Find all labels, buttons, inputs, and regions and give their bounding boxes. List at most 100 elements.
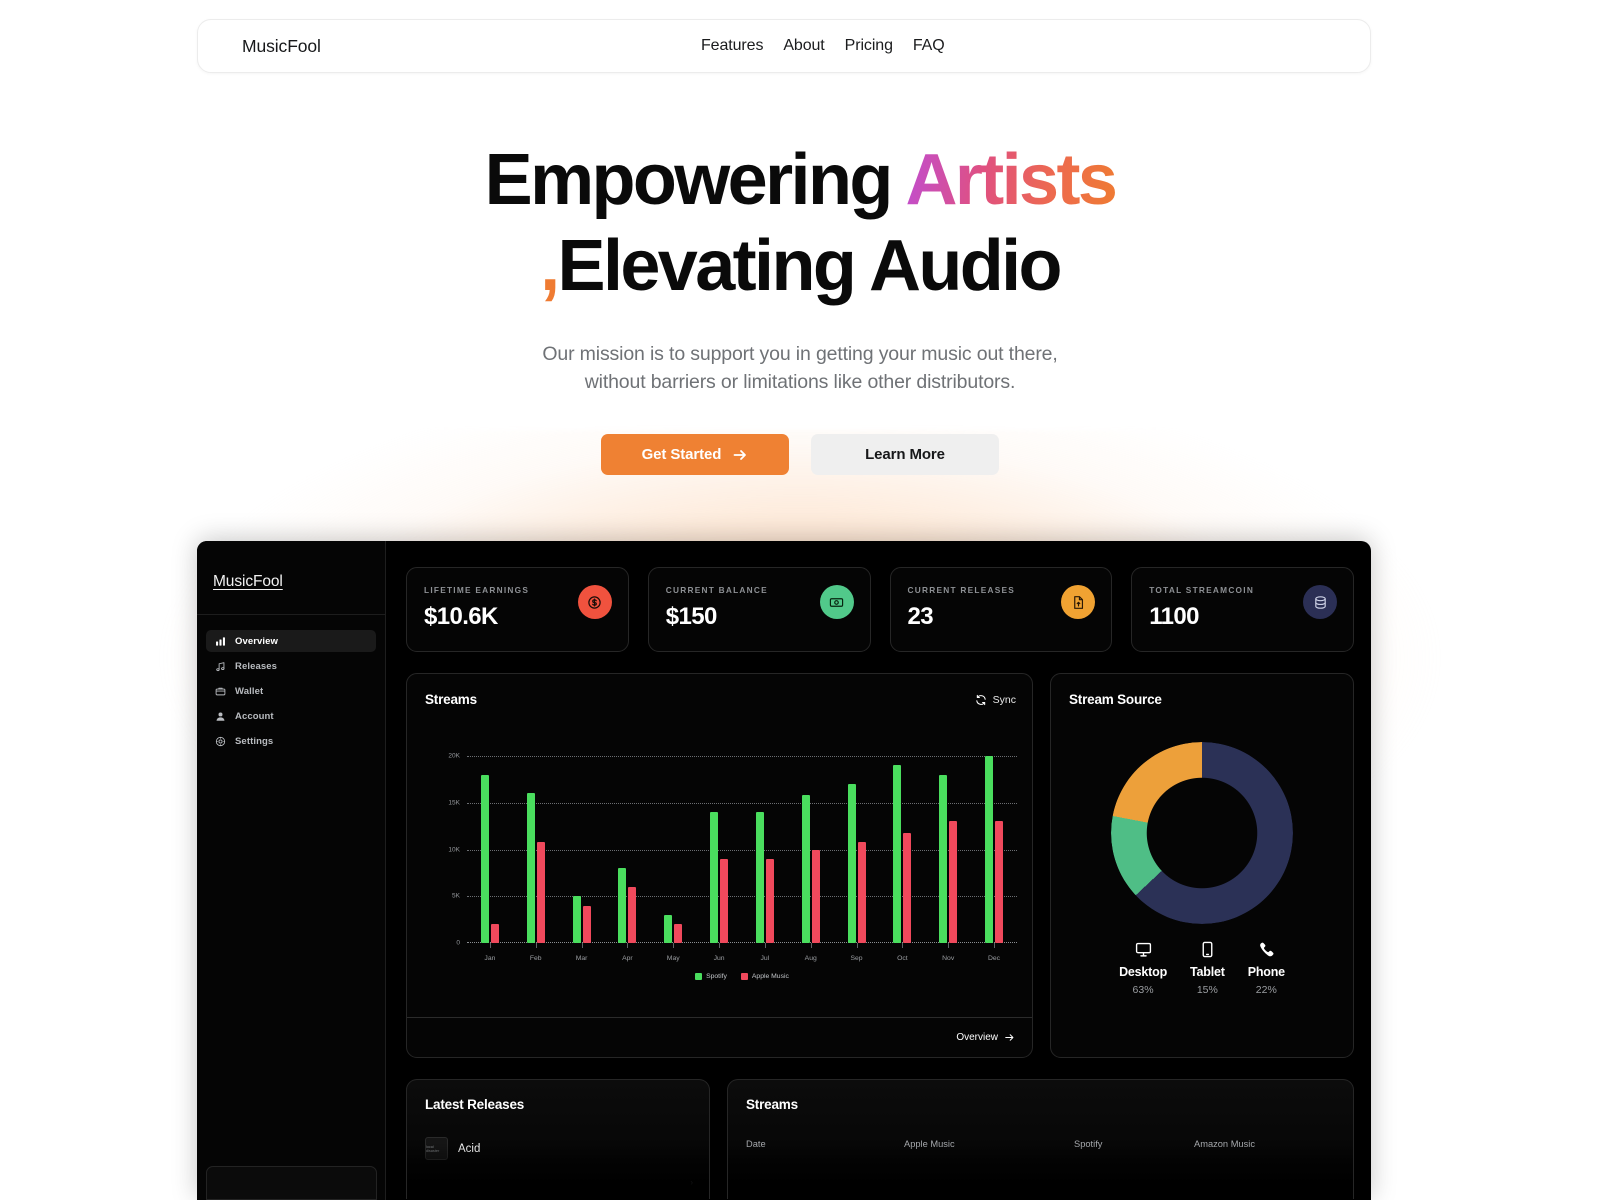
streams-table-header-row: Date Apple Music Spotify Amazon Music [746, 1139, 1353, 1149]
sidebar-item-settings[interactable]: Settings [206, 730, 376, 752]
x-axis-tick [719, 943, 721, 948]
latest-releases-card: Latest Releases local disaster Acid › [406, 1079, 710, 1199]
bar-group: Jun [696, 756, 742, 962]
bar-spotify [985, 756, 994, 943]
nav-link-about[interactable]: About [783, 37, 824, 55]
bar-spotify [755, 812, 764, 943]
bar-apple-music [628, 886, 637, 943]
streams-chart-header: Streams Sync [425, 692, 1016, 707]
bar-group: Feb [513, 756, 559, 962]
stream-source-card: Stream Source Desktop 63% Tablet 15% Pho… [1050, 673, 1354, 1058]
device-desktop-label: Desktop [1119, 965, 1168, 979]
sidebar-bottom-panel [206, 1166, 377, 1200]
sidebar-item-releases[interactable]: Releases [206, 655, 376, 677]
stat-cards-row: LIFETIME EARNINGS $10.6K CURRENT BALANCE… [406, 567, 1354, 652]
hero-section: Empowering Artists ,Elevating Audio Our … [0, 144, 1600, 475]
y-axis-tick-label: 5K [452, 892, 460, 900]
sync-label: Sync [992, 693, 1016, 706]
stat-card-lifetime-earnings: LIFETIME EARNINGS $10.6K [406, 567, 629, 652]
bar-apple-music [582, 905, 591, 943]
device-tablet-percent: 15% [1196, 984, 1218, 996]
legend-swatch [740, 973, 748, 980]
overview-link-label: Overview [956, 1032, 998, 1043]
gear-icon [215, 736, 226, 747]
hero-subheading-line-1: Our mission is to support you in getting… [542, 343, 1058, 365]
streams-chart-title: Streams [425, 692, 477, 707]
bar-apple-music [949, 821, 958, 943]
sidebar-item-overview[interactable]: Overview [206, 630, 376, 652]
x-axis-tick [581, 943, 583, 948]
x-axis-tick [902, 943, 904, 948]
brand-logo[interactable]: MusicFool [242, 36, 321, 57]
get-started-button[interactable]: Get Started [601, 434, 789, 475]
hero-heading-plain-2: Elevating Audio [557, 226, 1063, 306]
learn-more-button[interactable]: Learn More [811, 434, 999, 475]
x-axis-tick-label: Dec [987, 955, 1001, 962]
x-axis-tick-label: Sep [850, 955, 863, 962]
bar-spotify [572, 896, 581, 943]
hero-subheading-line-2: without barriers or limitations like oth… [584, 371, 1016, 393]
bottom-cards-row: Latest Releases local disaster Acid › St… [406, 1079, 1354, 1199]
bar-group: Jul [742, 756, 788, 962]
x-axis-tick-label: Jul [760, 955, 770, 962]
donut-chart-wrap [1111, 742, 1293, 924]
streams-bar-chart: Jan Feb Mar Apr May Jun Jul Aug Sep Oct Nov Dec Spo… [425, 736, 1017, 981]
phone-icon [1258, 941, 1275, 958]
hero-heading-line-1: Empowering Artists [0, 144, 1600, 216]
x-axis-tick-label: Apr [622, 955, 633, 962]
bar-spotify [664, 914, 673, 943]
charts-row: Streams Sync Jan Feb Mar Apr May Jun Jul… [406, 673, 1354, 1058]
hero-heading-accent: Artists [905, 140, 1117, 220]
bar-group: Apr [604, 756, 650, 962]
music-note-icon [215, 661, 226, 672]
sidebar-logo[interactable]: MusicFool [213, 573, 283, 591]
release-name: Acid [458, 1142, 481, 1155]
device-phone: Phone 22% [1248, 941, 1285, 996]
stream-source-donut [1111, 742, 1293, 924]
streams-table-card: Streams Date Apple Music Spotify Amazon … [727, 1079, 1354, 1199]
nav-links: Features About Pricing FAQ [701, 20, 945, 72]
nav-link-faq[interactable]: FAQ [913, 37, 945, 55]
bar-group: Aug [788, 756, 834, 962]
overview-link[interactable]: Overview [956, 1032, 1015, 1043]
bar-spotify [939, 774, 948, 943]
bar-group: May [650, 756, 696, 962]
release-list-item[interactable]: local disaster Acid [425, 1137, 709, 1160]
chevron-right-icon[interactable]: › [690, 1178, 693, 1187]
x-axis-tick-label: Jan [484, 955, 496, 962]
sidebar-item-wallet[interactable]: Wallet [206, 680, 376, 702]
bar-apple-music [903, 832, 912, 943]
bar-apple-music [490, 924, 499, 943]
legend-item: Apple Music [740, 973, 789, 980]
nav-link-features[interactable]: Features [701, 37, 763, 55]
fade-overlay [728, 1143, 1353, 1199]
device-desktop: Desktop 63% [1119, 941, 1167, 996]
refresh-icon [975, 694, 987, 706]
sidebar-divider [197, 614, 385, 615]
x-axis-tick-label: Mar [575, 955, 588, 962]
nav-link-pricing[interactable]: Pricing [845, 37, 893, 55]
dashboard-preview: MusicFool Overview Releases Wallet Accou… [197, 541, 1371, 1200]
x-axis-tick [627, 943, 629, 948]
bar-spotify [526, 793, 535, 943]
bar-apple-music [811, 849, 820, 943]
get-started-label: Get Started [641, 446, 722, 463]
x-axis-tick-label: Jun [713, 955, 725, 962]
sidebar-item-account[interactable]: Account [206, 705, 376, 727]
bar-apple-music [536, 842, 545, 943]
latest-releases-title: Latest Releases [425, 1097, 525, 1112]
x-axis-tick [856, 943, 858, 948]
x-axis-tick [994, 943, 996, 948]
streams-table-title: Streams [746, 1097, 798, 1112]
hero-heading-line-2: ,Elevating Audio [0, 230, 1600, 302]
desktop-icon [1135, 941, 1152, 958]
legend-swatch [695, 973, 703, 980]
bar-apple-music [765, 858, 774, 943]
y-axis-tick-label: 15K [448, 799, 460, 807]
x-axis-tick-label: Nov [942, 955, 955, 962]
sidebar-item-settings-label: Settings [235, 735, 274, 747]
x-axis-tick [535, 943, 537, 948]
y-axis-tick-label: 0 [456, 939, 460, 947]
bar-chart-icon [215, 636, 226, 647]
sync-button[interactable]: Sync [975, 694, 1016, 706]
